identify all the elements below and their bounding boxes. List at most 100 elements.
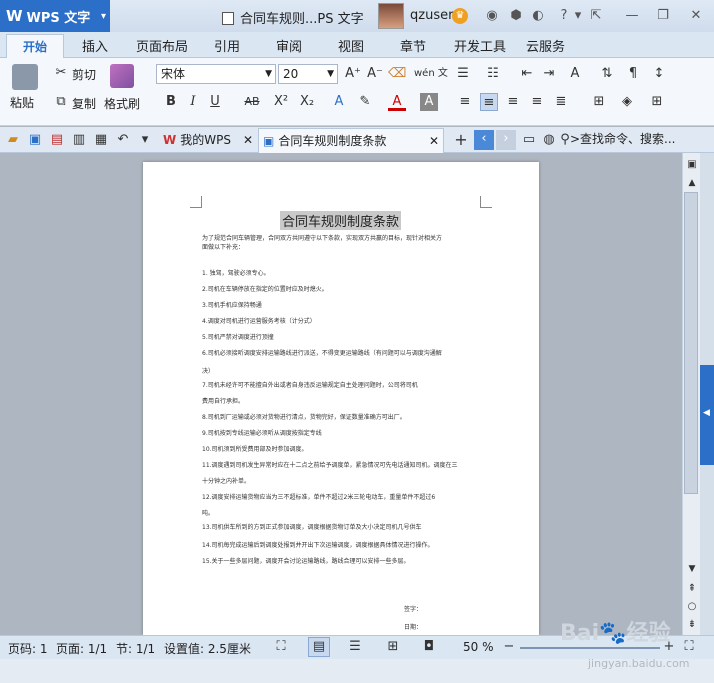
justify-icon[interactable]: ≡ [528,93,546,111]
document-line: 14.司机每完成运输后到调度处报到并开出下次运输调度，调度根据具体情况进行操作。 [202,542,434,549]
format-painter-icon[interactable] [110,64,134,88]
tab-cloud[interactable]: 云服务 [526,36,565,55]
maximize-icon[interactable]: ❐ [655,8,671,24]
numbering-icon[interactable]: ☷ [484,65,502,83]
copy-button[interactable]: 复制 [72,95,96,112]
line-spacing-icon[interactable]: ↕ [650,65,668,83]
paste-button[interactable]: 粘贴 [10,94,34,111]
export-pdf-icon[interactable]: ▤ [48,131,66,149]
document-line: 7.司机未经许可不能擅自外出或者自身违反运输规定自主处理问题时，公司将司机 [202,382,418,389]
close-icon[interactable]: ✕ [429,129,439,153]
scroll-down-icon[interactable]: ▼ [683,560,701,578]
font-color-icon[interactable]: A [388,93,406,111]
highlight-icon[interactable]: ✎ [356,93,374,111]
paste-icon[interactable] [12,64,38,90]
previous-page-icon[interactable]: ⇞ [683,580,701,598]
undo-icon[interactable]: ↶ [114,131,132,149]
tab-developer[interactable]: 开发工具 [454,36,506,55]
chevron-right-icon[interactable]: › [496,130,516,150]
scrollbar-thumb[interactable] [684,192,698,494]
grow-font-icon[interactable]: A⁺ [344,65,362,83]
avatar[interactable] [378,3,404,29]
web-view-icon[interactable]: ⊞ [384,638,402,656]
shading-fill-icon[interactable]: ◈ [618,93,636,111]
cut-button[interactable]: 剪切 [72,66,96,83]
underline-icon[interactable]: U [206,93,224,111]
format-painter-button[interactable]: 格式刷 [104,95,140,112]
settings-icon[interactable]: ⬢ [508,8,524,24]
chevron-down-icon[interactable]: ▾ [570,8,586,24]
zoom-out-icon[interactable]: − [500,638,518,656]
document-icon: ▣ [263,134,275,148]
scroll-up-icon[interactable]: ▲ [683,174,701,192]
next-page-icon[interactable]: ⇟ [683,616,701,634]
distribute-icon[interactable]: ≣ [552,93,570,111]
increase-indent-icon[interactable]: ⇥ [540,65,558,83]
app-menu-button[interactable]: W WPS 文字 ▾ [0,0,110,32]
share-icon[interactable]: ◐ [530,8,546,24]
close-icon[interactable]: ✕ [243,128,253,152]
align-right-icon[interactable]: ≡ [504,93,522,111]
new-tab-icon[interactable]: + [452,131,470,149]
italic-icon[interactable]: I [184,93,202,111]
outline-view-icon[interactable]: ☰ [346,638,364,656]
sort-icon[interactable]: ⇅ [598,65,616,83]
zoom-level[interactable]: 50 % [463,640,494,654]
tab-page-layout[interactable]: 页面布局 [136,36,188,55]
shrink-font-icon[interactable]: A⁻ [366,65,384,83]
align-center-icon[interactable]: ≡ [480,93,498,111]
tab-review[interactable]: 审阅 [276,36,302,55]
chevron-left-icon[interactable]: ‹ [474,130,494,150]
vip-crown-icon[interactable]: ♛ [452,8,468,24]
subscript-icon[interactable]: X₂ [298,93,316,111]
tab-my-wps[interactable]: W 我的WPS ✕ [157,128,257,153]
bullets-icon[interactable]: ☰ [454,65,472,83]
fullscreen-icon[interactable]: ⛶ [272,638,290,656]
text-effect-icon[interactable]: A [330,93,348,111]
reading-mode-icon[interactable]: ◘ [420,638,438,656]
copy-icon[interactable]: ⧉ [52,93,70,111]
tab-chapter[interactable]: 章节 [400,36,426,55]
tab-reference[interactable]: 引用 [214,36,240,55]
clear-format-icon[interactable]: ⌫ [388,65,406,83]
phonetic-guide-button[interactable]: wén 文 [414,64,448,79]
skin-icon[interactable]: ◉ [484,8,500,24]
chevron-down-icon[interactable]: ▾ [136,131,154,149]
tab-insert[interactable]: 插入 [82,36,108,55]
open-folder-icon[interactable]: ▰ [4,131,22,149]
superscript-icon[interactable]: X² [272,93,290,111]
present-icon[interactable]: ▭ [520,131,538,149]
print-preview-icon[interactable]: ▦ [92,131,110,149]
indent-marker-icon[interactable]: ⊞ [590,93,608,111]
tab-document[interactable]: ▣ 合同车规则制度条款 ✕ [258,128,444,153]
save-icon[interactable]: ▣ [26,131,44,149]
print-icon[interactable]: ▥ [70,131,88,149]
ruler-toggle-icon[interactable]: ▣ [683,156,701,174]
tab-view[interactable]: 视图 [338,36,364,55]
strikethrough-icon[interactable]: AB [238,93,266,111]
restore-ribbon-icon[interactable]: ⇱ [588,8,604,24]
zoom-slider[interactable] [520,647,660,649]
fit-page-icon[interactable]: ⛶ [680,638,698,656]
page-view-icon[interactable]: ▤ [308,637,330,657]
date-label: 日期： [404,624,423,631]
scissors-icon[interactable]: ✂ [52,64,70,82]
page-number-status: 页码: 1 [8,642,48,656]
minimize-icon[interactable]: — [624,8,640,24]
command-search-input[interactable]: >查找命令、搜索... [570,130,676,147]
select-browse-icon[interactable]: ○ [683,598,701,616]
font-name-select[interactable]: 宋体 ▼ [156,64,276,84]
decrease-indent-icon[interactable]: ⇤ [518,65,536,83]
document-heading[interactable]: 合同车规则制度条款 [280,211,402,230]
tab-start[interactable]: 开始 [6,34,64,59]
username[interactable]: qzuser [410,8,453,23]
borders-icon[interactable]: ⊞ [648,93,666,111]
align-left-icon[interactable]: ≡ [456,93,474,111]
bold-icon[interactable]: B [162,93,180,111]
char-shading-icon[interactable]: A [420,93,438,111]
document-line: 13.司机供车所到的方到正式参加调度，调度根据货物订单及大小决定司机几号供车 [202,524,422,531]
font-size-select[interactable]: 20 ▼ [278,64,338,84]
close-icon[interactable]: ✕ [688,8,704,24]
show-marks-icon[interactable]: ¶ [624,65,642,83]
asian-layout-icon[interactable]: A [566,65,584,83]
